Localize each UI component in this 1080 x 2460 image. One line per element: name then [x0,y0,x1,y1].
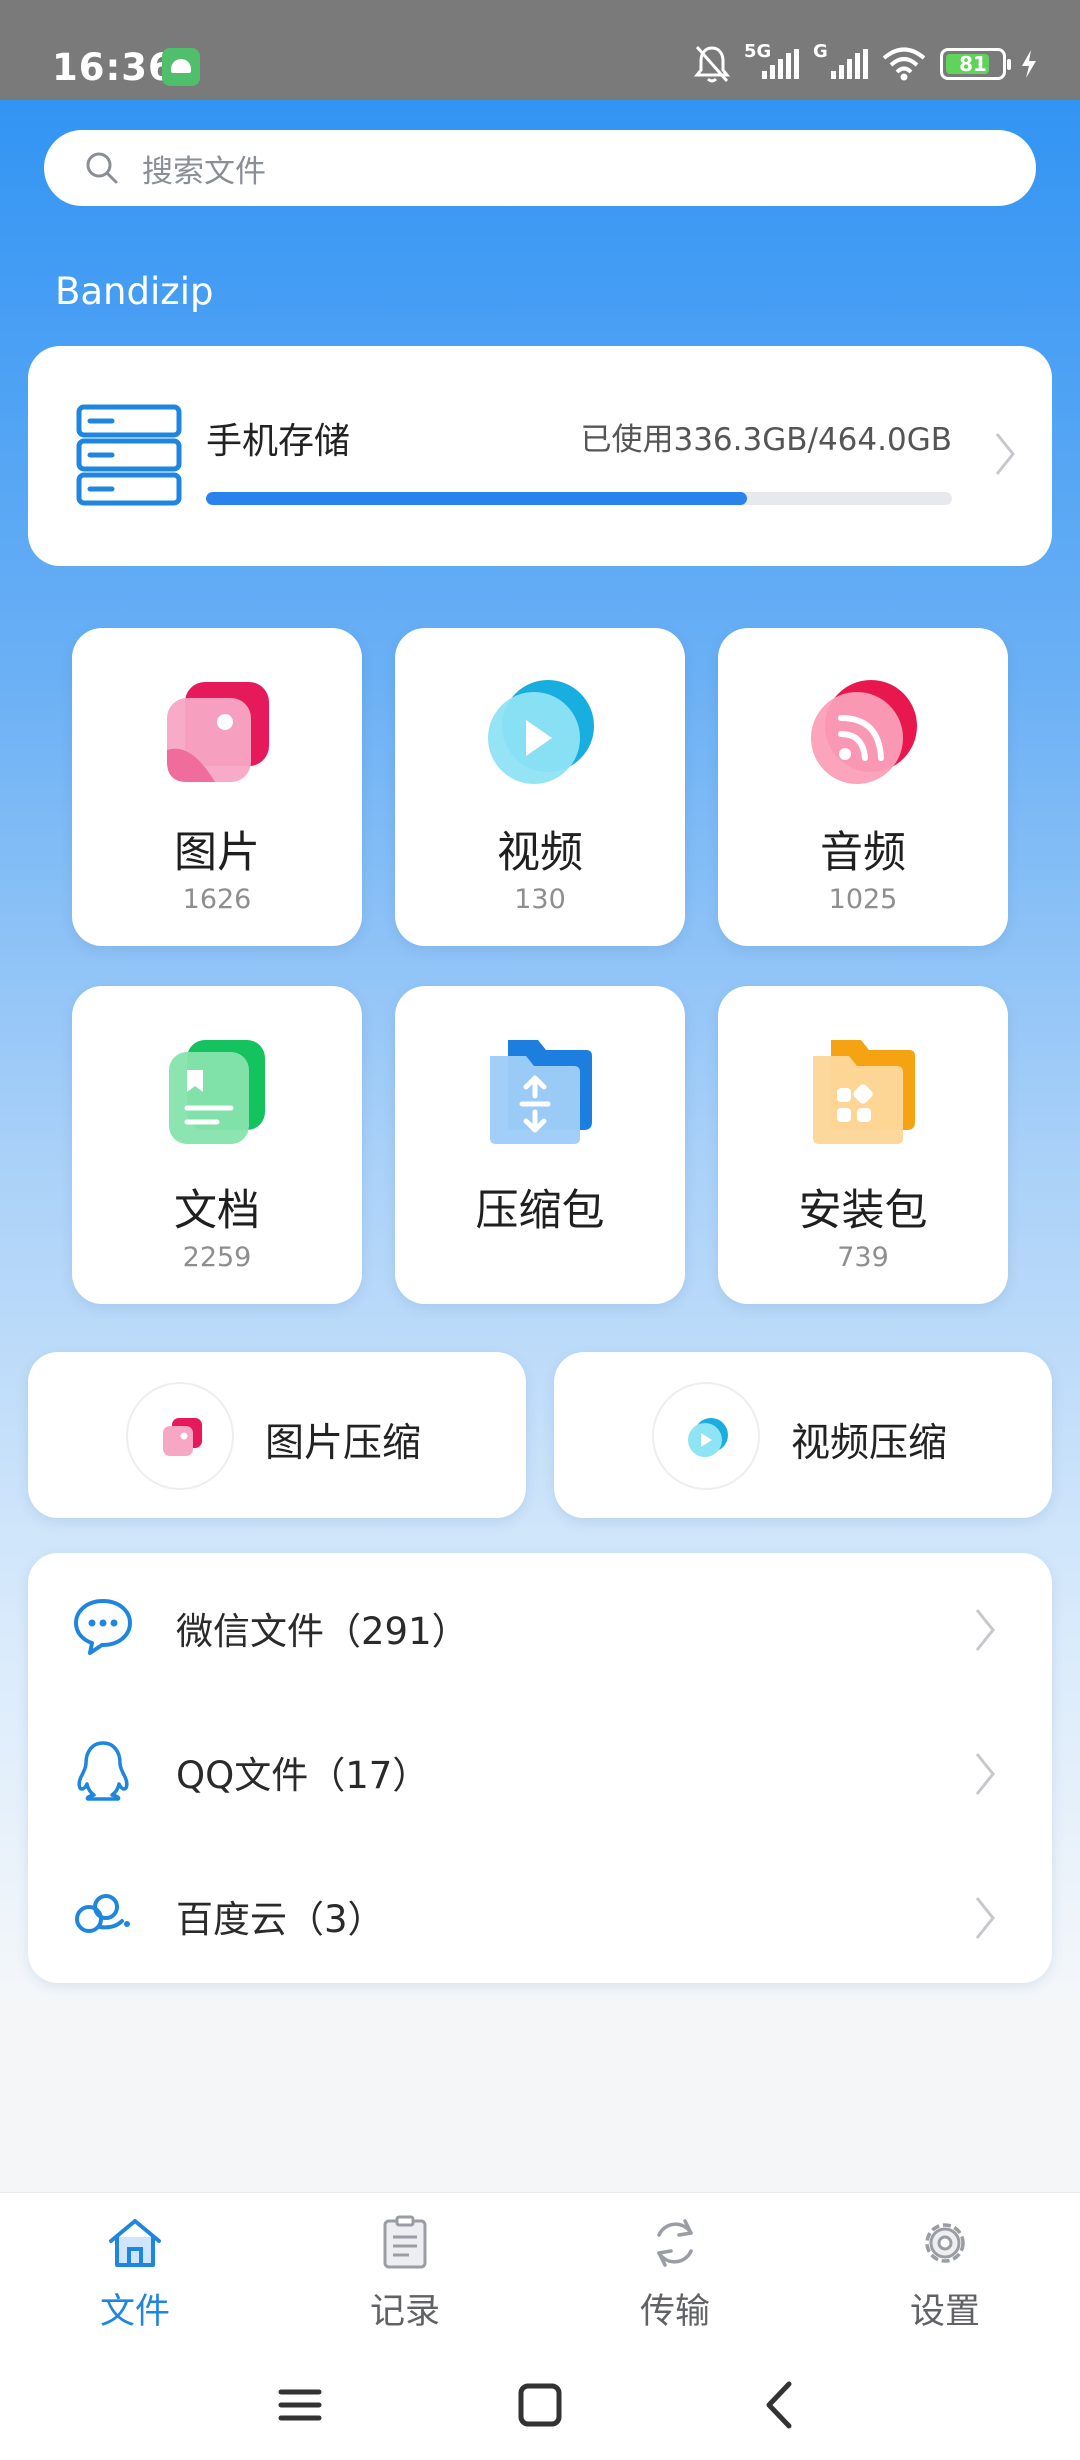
image-compress-icon [163,1418,202,1456]
bottom-navigation: 文件 记录 传输 设置 [0,2192,1080,2350]
storage-server-icon [76,404,182,506]
wifi-icon [882,47,926,81]
archive-folder-icon [490,1040,592,1144]
search-icon [86,152,118,184]
settings-icon [925,2223,965,2263]
video-compress-icon [688,1418,728,1457]
list-item-qq[interactable]: QQ文件（17） [28,1697,1052,1841]
tab-label: 设置 [909,2292,980,2332]
image-compress-button[interactable]: 图片压缩 [28,1352,526,1518]
video-icon [488,680,594,784]
charging-bolt-icon [1022,50,1036,78]
status-icons: 5G G 81 [694,41,1038,86]
category-label: 安装包 [798,1186,928,1236]
home-square-icon[interactable] [505,2370,575,2440]
search-bar[interactable]: 搜索文件 [44,130,1036,206]
cell-signal-1-icon: 5G [744,41,799,79]
menu-icon[interactable] [265,2370,335,2440]
chevron-right-icon [995,433,1015,475]
category-count: 739 [837,1242,889,1273]
tab-transfer[interactable]: 传输 [575,2213,775,2334]
image-icon [167,682,269,782]
mute-bell-icon [694,46,730,83]
chevron-right-icon [975,1897,995,1939]
category-label: 音频 [820,828,906,878]
tab-label: 文件 [99,2292,170,2332]
battery-icon: 81 [940,48,1011,80]
cell-signal-2-icon: G [813,41,868,79]
category-documents[interactable]: 文档 2259 [72,986,362,1304]
category-count: 1025 [828,884,898,915]
document-icon [169,1040,265,1144]
category-label: 图片 [174,828,260,878]
sync-icon [657,2219,693,2267]
category-label: 文档 [174,1186,260,1236]
app-title: Bandizip [55,270,214,313]
android-notification-icon [162,48,200,86]
storage-title: 手机存储 [206,421,351,462]
category-packages[interactable]: 安装包 739 [718,986,1008,1304]
clipboard-icon [383,2215,427,2269]
category-audio[interactable]: 音频 1025 [718,628,1008,946]
category-archives[interactable]: 压缩包 [395,986,685,1304]
storage-used-text: 已使用336.3GB/464.0GB [580,422,952,458]
quick-action-label: 视频压缩 [791,1421,948,1466]
home-icon [109,2219,161,2267]
list-item-label: QQ文件（17） [176,1754,430,1797]
tab-records[interactable]: 记录 [305,2213,505,2334]
phone-storage-card[interactable]: 手机存储 已使用336.3GB/464.0GB [28,346,1052,566]
category-label: 压缩包 [475,1186,605,1236]
list-item-baidu-cloud[interactable]: 百度云（3） [28,1841,1052,1985]
tab-label: 传输 [639,2292,710,2332]
category-videos[interactable]: 视频 130 [395,628,685,946]
tab-files[interactable]: 文件 [35,2213,235,2334]
search-placeholder: 搜索文件 [142,153,266,190]
baidu-cloud-icon [75,1894,130,1933]
storage-progress-bar [206,492,952,505]
list-item-wechat[interactable]: 微信文件（291） [28,1553,1052,1697]
back-arrow-icon[interactable] [745,2370,815,2440]
app-package-icon [813,1040,915,1144]
category-label: 视频 [497,828,583,878]
system-navigation-bar [0,2350,1080,2460]
audio-icon [811,680,917,784]
tab-settings[interactable]: 设置 [845,2213,1045,2334]
source-list: 微信文件（291） QQ文件（17） 百度云（3） [28,1553,1052,1983]
video-compress-button[interactable]: 视频压缩 [554,1352,1052,1518]
qq-icon [77,1741,129,1801]
tab-label: 记录 [369,2292,440,2332]
list-item-label: 百度云（3） [176,1898,385,1941]
category-count: 130 [514,884,566,915]
category-count: 1626 [182,884,252,915]
wechat-icon [74,1599,132,1655]
status-time: 16:36 [52,46,175,89]
quick-action-label: 图片压缩 [265,1421,422,1466]
list-item-label: 微信文件（291） [176,1610,469,1653]
category-count: 2259 [182,1242,252,1273]
chevron-right-icon [975,1609,995,1651]
storage-progress-fill [206,492,747,505]
category-images[interactable]: 图片 1626 [72,628,362,946]
status-bar: 16:36 5G G 81 [0,0,1080,100]
chevron-right-icon [975,1753,995,1795]
